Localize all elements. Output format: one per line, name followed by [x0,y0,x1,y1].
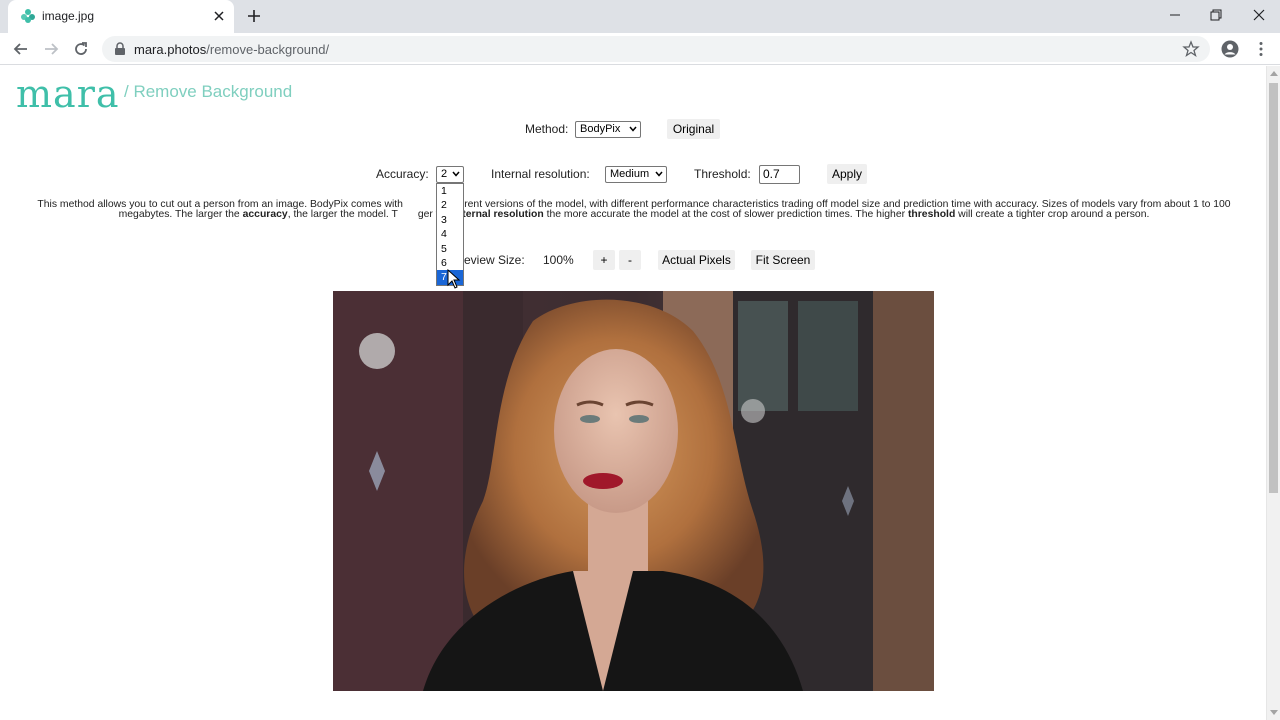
minimize-icon[interactable] [1166,6,1184,24]
browser-menu-icon[interactable] [1252,40,1270,58]
scroll-down-icon[interactable] [1270,710,1278,716]
address-bar[interactable]: mara.photos/remove-background/ [102,36,1210,62]
browser-tab[interactable]: image.jpg [8,0,234,33]
site-logo[interactable]: mara [16,74,120,114]
lock-icon [115,42,125,55]
accuracy-option[interactable]: 3 [437,213,463,227]
chevron-down-icon [629,126,637,132]
method-select-value: BodyPix [580,123,621,135]
restore-icon[interactable] [1207,6,1225,24]
zoom-out-button[interactable]: - [619,250,641,270]
method-select[interactable]: BodyPix [575,121,641,138]
forward-icon[interactable] [42,40,60,58]
close-tab-icon[interactable] [211,8,227,24]
scroll-up-icon[interactable] [1270,70,1278,76]
favicon-icon [21,9,35,23]
accuracy-select-value: 2 [441,168,448,180]
threshold-input[interactable]: 0.7 [759,165,800,184]
chevron-down-icon [452,171,460,177]
fit-screen-button[interactable]: Fit Screen [751,250,815,270]
zoom-in-button[interactable]: + [593,250,615,270]
page-scrollbar[interactable] [1266,66,1280,720]
mouse-cursor-icon [447,269,461,289]
preview-size-value: 100% [543,253,574,267]
page-content: mara / Remove Background Method: BodyPix… [0,66,1266,720]
method-description: This method allows you to cut out a pers… [37,199,1231,220]
scroll-thumb[interactable] [1269,83,1278,493]
back-icon[interactable] [12,40,30,58]
accuracy-option[interactable]: 5 [437,242,463,256]
accuracy-option[interactable]: 4 [437,227,463,241]
original-button[interactable]: Original [667,119,720,139]
url-text: mara.photos/remove-background/ [134,42,330,57]
profile-icon[interactable] [1221,40,1239,58]
title-bar: image.jpg [0,0,1280,33]
new-tab-icon[interactable] [246,8,262,24]
accuracy-select[interactable]: 2 [436,166,464,183]
resolution-label: Internal resolution: [491,167,590,181]
tab-title: image.jpg [42,9,95,23]
resolution-select[interactable]: Medium [605,166,667,183]
apply-button[interactable]: Apply [827,164,867,184]
close-window-icon[interactable] [1250,6,1268,24]
actual-pixels-button[interactable]: Actual Pixels [658,250,735,270]
threshold-label: Threshold: [694,167,751,181]
preview-image [333,291,934,691]
portrait-photo [333,291,934,691]
chevron-down-icon [655,171,663,177]
browser-toolbar: mara.photos/remove-background/ [0,33,1280,65]
accuracy-option[interactable]: 2 [437,198,463,212]
accuracy-option[interactable]: 1 [437,184,463,198]
reload-icon[interactable] [72,40,90,58]
method-label: Method: [525,122,569,136]
preview-size-label: eview Size: [464,253,525,267]
bookmark-star-icon[interactable] [1182,40,1200,58]
accuracy-label: Accuracy: [376,167,429,181]
resolution-select-value: Medium [610,168,650,180]
page-title: / Remove Background [124,82,293,101]
